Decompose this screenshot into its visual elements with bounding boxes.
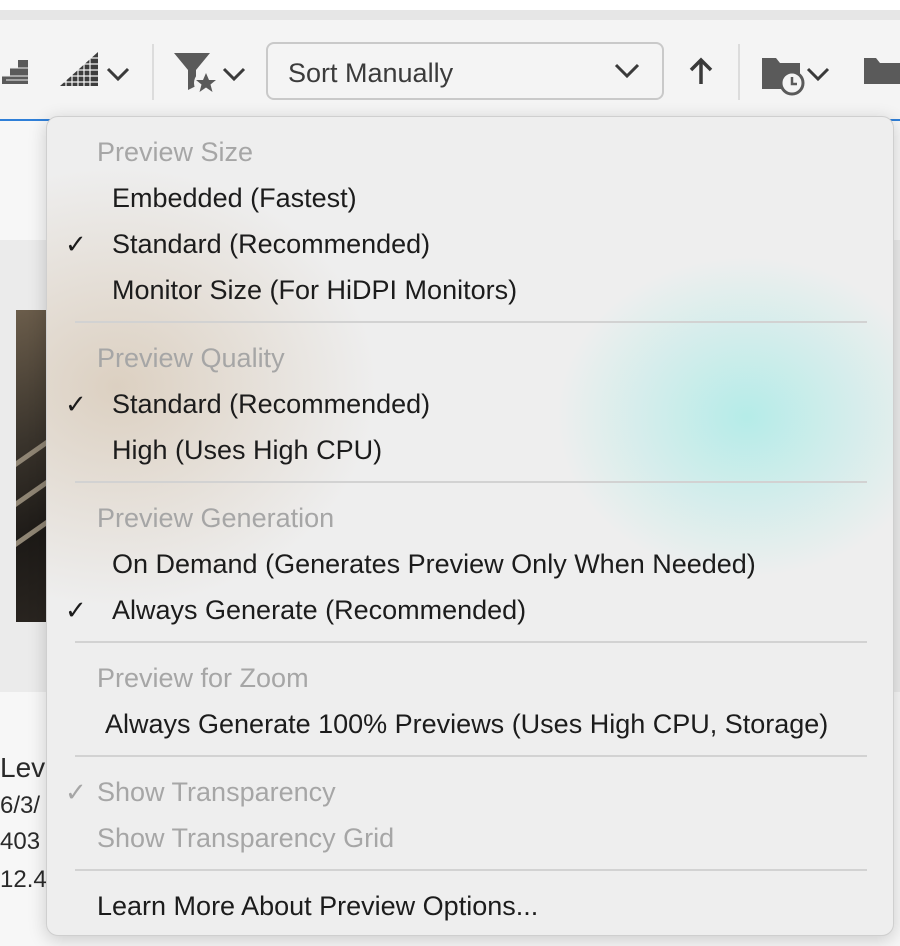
menu-item-always-generate[interactable]: Always Generate (Recommended) (112, 595, 526, 626)
menu-item-size-standard[interactable]: Standard (Recommended) (112, 229, 430, 260)
chevron-down-icon[interactable] (106, 66, 130, 82)
thumbnail-filesize: 12.4 (0, 866, 47, 893)
recent-folder-icon[interactable] (760, 52, 808, 96)
preview-options-menu: Preview Size Embedded (Fastest) ✓ Standa… (46, 116, 894, 936)
checkmark-icon: ✓ (65, 389, 87, 419)
sort-order-value: Sort Manually (288, 58, 454, 88)
checkmark-icon: ✓ (65, 595, 87, 625)
menu-heading-preview-for-zoom: Preview for Zoom (97, 663, 309, 693)
window-top (0, 0, 900, 10)
thumbnail-dimensions: 403 (0, 828, 41, 855)
menu-item-always-generate-100-previews[interactable]: Always Generate 100% Previews (Uses High… (105, 709, 828, 740)
menu-separator (75, 755, 867, 757)
menu-item-embedded-fastest[interactable]: Embedded (Fastest) (112, 183, 357, 214)
menu-separator (75, 481, 867, 483)
menu-item-show-transparency: Show Transparency (97, 777, 336, 807)
chevron-down-icon[interactable] (806, 66, 830, 82)
menu-separator (75, 321, 867, 323)
thumbnail-date: 6/3/ (0, 792, 41, 819)
menu-separator (75, 641, 867, 643)
chevron-down-icon[interactable] (222, 66, 246, 82)
menu-item-on-demand[interactable]: On Demand (Generates Preview Only When N… (112, 549, 756, 580)
folder-icon[interactable] (862, 54, 900, 86)
menu-separator (75, 869, 867, 871)
menu-heading-preview-size: Preview Size (97, 137, 254, 167)
menu-heading-preview-generation: Preview Generation (97, 503, 335, 533)
menu-item-show-transparency-grid: Show Transparency Grid (97, 823, 395, 853)
checkmark-icon: ✓ (65, 229, 87, 259)
thumbnail-title: Lev (0, 752, 46, 783)
filter-star-icon[interactable] (172, 50, 220, 96)
toolbar: Sort Manually (0, 20, 900, 120)
thumbnail-size-large-icon[interactable] (58, 50, 102, 90)
menu-item-quality-high[interactable]: High (Uses High CPU) (112, 435, 382, 466)
sort-order-select[interactable]: Sort Manually (266, 42, 664, 100)
thumbnail-size-small-icon[interactable] (0, 54, 32, 90)
menu-heading-preview-quality: Preview Quality (97, 343, 285, 373)
checkmark-icon: ✓ (65, 777, 87, 807)
sort-ascending-arrow-icon[interactable] (688, 56, 714, 86)
window-top-divider (0, 10, 900, 20)
toolbar-separator (738, 44, 740, 100)
toolbar-separator (152, 44, 154, 100)
menu-item-monitor-size[interactable]: Monitor Size (For HiDPI Monitors) (112, 275, 517, 306)
menu-item-learn-more[interactable]: Learn More About Preview Options... (97, 891, 538, 922)
chevron-down-icon (614, 63, 640, 79)
menu-item-quality-standard[interactable]: Standard (Recommended) (112, 389, 430, 420)
